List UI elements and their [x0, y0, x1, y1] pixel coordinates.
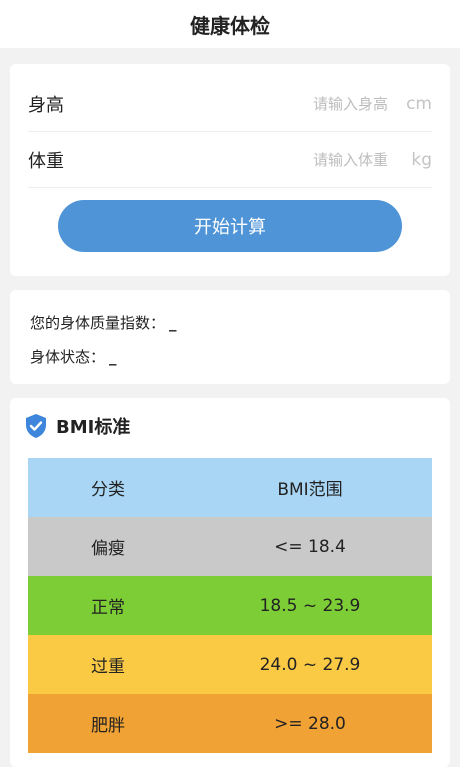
input-card: 身高 cm 体重 kg 开始计算 — [10, 64, 450, 276]
table-row: 肥胖 >= 28.0 — [28, 694, 432, 753]
height-input-group: cm — [268, 94, 432, 114]
bmi-table-header: 分类 BMI范围 — [28, 458, 432, 517]
status-result-label: 身体状态： — [30, 348, 106, 366]
title-bar: 健康体检 — [0, 0, 460, 48]
column-header-category: 分类 — [91, 480, 125, 500]
table-row: 正常 18.5 ~ 23.9 — [28, 576, 432, 635]
shield-check-icon — [26, 414, 46, 438]
row-category: 偏瘦 — [91, 539, 125, 559]
bmi-result-label: 您的身体质量指数： — [30, 314, 166, 332]
weight-unit: kg — [411, 149, 432, 170]
row-category: 正常 — [91, 598, 125, 618]
bmi-standard-header: BMI标准 — [24, 412, 130, 440]
page-title: 健康体检 — [190, 13, 270, 38]
table-row: 过重 24.0 ~ 27.9 — [28, 635, 432, 694]
result-card: 您的身体质量指数： _ 身体状态： _ — [10, 290, 450, 384]
start-calculation-button[interactable]: 开始计算 — [58, 200, 402, 252]
weight-input-group: kg — [268, 150, 432, 170]
bmi-result-line: 您的身体质量指数： _ — [30, 312, 177, 333]
status-result-line: 身体状态： _ — [30, 346, 117, 367]
status-result-value: _ — [109, 347, 117, 366]
weight-label: 体重 — [28, 150, 64, 172]
row-range: <= 18.4 — [274, 536, 346, 557]
row-range: >= 28.0 — [274, 713, 346, 734]
height-input[interactable] — [268, 94, 388, 113]
bmi-result-value: _ — [169, 313, 177, 332]
column-header-range: BMI范围 — [277, 480, 343, 500]
height-unit: cm — [406, 93, 432, 114]
row-category: 肥胖 — [91, 716, 125, 736]
bmi-standard-card: BMI标准 分类 BMI范围 偏瘦 <= 18.4 正常 18.5 ~ 23.9… — [10, 398, 450, 767]
bmi-standard-title: BMI标准 — [56, 417, 131, 438]
height-row: 身高 cm — [28, 76, 432, 132]
table-row: 偏瘦 <= 18.4 — [28, 517, 432, 576]
row-category: 过重 — [91, 657, 125, 677]
weight-row: 体重 kg — [28, 132, 432, 188]
weight-input[interactable] — [268, 150, 388, 169]
row-range: 24.0 ~ 27.9 — [259, 654, 361, 675]
height-label: 身高 — [28, 94, 64, 116]
bmi-standard-table: 分类 BMI范围 偏瘦 <= 18.4 正常 18.5 ~ 23.9 过重 24… — [28, 458, 432, 753]
row-range: 18.5 ~ 23.9 — [259, 595, 361, 616]
